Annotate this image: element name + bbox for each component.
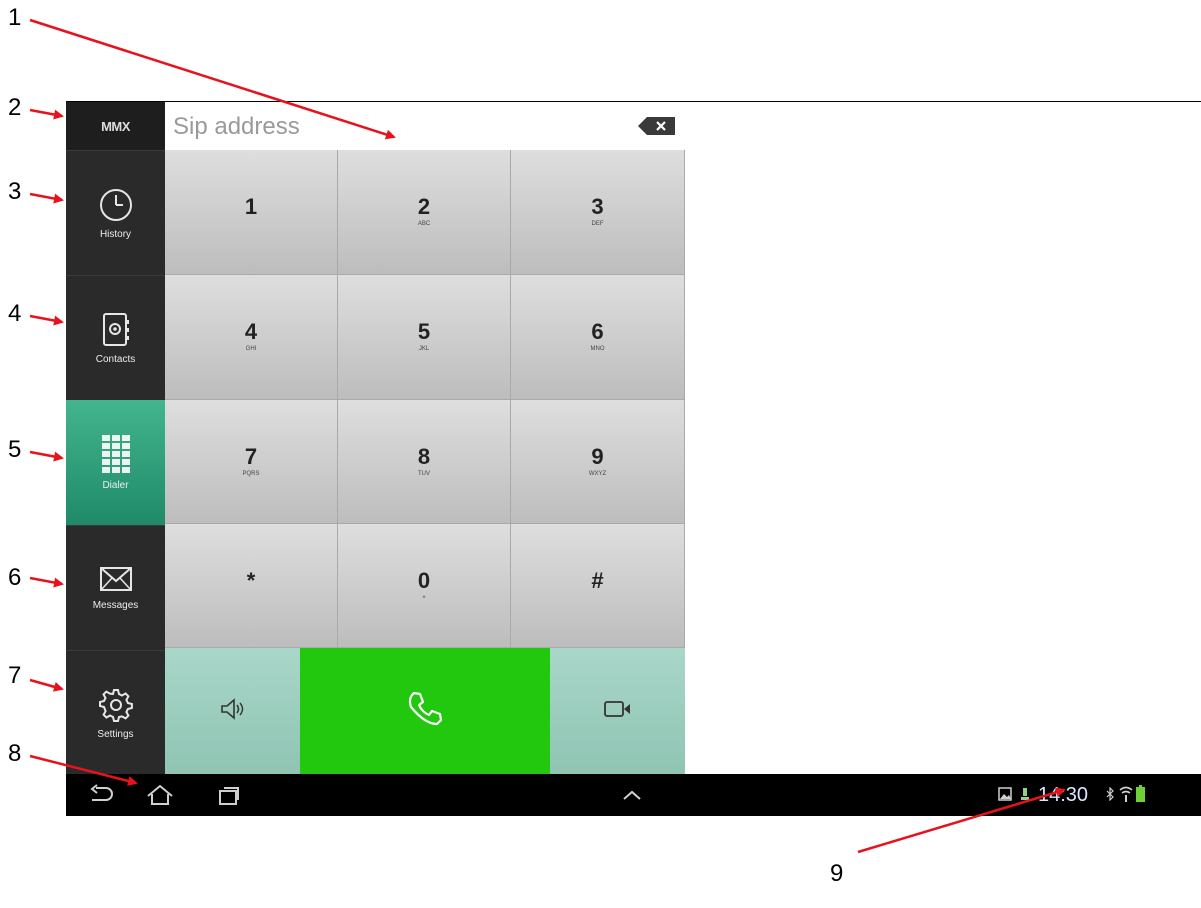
key-2[interactable]: 2 ABC	[338, 150, 511, 275]
key-letters: DEF	[591, 221, 604, 227]
callout-arrow-6	[29, 576, 64, 588]
key-digit: 5	[417, 319, 431, 344]
system-navigation-bar: 14:30	[66, 774, 1201, 816]
key-digit: #	[591, 567, 604, 593]
bluetooth-icon	[1106, 786, 1114, 806]
download-notification-icon	[1021, 787, 1029, 806]
key-letters: TUV	[418, 470, 430, 477]
key-0[interactable]: 0 +	[338, 524, 511, 648]
dialpad-icon	[101, 434, 131, 474]
callout-arrow-3	[29, 192, 64, 204]
sidebar: MMX History Contacts Dialer Messages Set…	[66, 102, 165, 774]
backspace-icon[interactable]	[637, 116, 677, 136]
battery-icon	[1136, 785, 1145, 807]
key-letters: WXYZ	[588, 470, 607, 477]
video-camera-icon	[603, 700, 632, 723]
sip-address-input[interactable]	[171, 110, 615, 144]
callout-6: 6	[8, 564, 22, 591]
callout-4: 4	[8, 300, 22, 327]
key-8[interactable]: 8 TUV	[338, 400, 511, 524]
key-1[interactable]: 1	[165, 150, 338, 275]
sidebar-item-dialer[interactable]: Dialer	[66, 400, 165, 525]
sidebar-item-messages[interactable]: Messages	[66, 525, 165, 651]
key-5[interactable]: 5 JKL	[338, 275, 511, 400]
callout-8: 8	[8, 740, 22, 767]
speaker-button[interactable]	[165, 648, 300, 774]
phone-call-icon	[405, 689, 445, 734]
sidebar-item-history[interactable]: History	[66, 150, 165, 276]
key-digit: 6	[591, 319, 604, 344]
callout-9: 9	[830, 860, 844, 887]
callout-5: 5	[8, 436, 22, 463]
chevron-up-icon[interactable]	[622, 788, 642, 806]
sidebar-item-label: History	[99, 229, 132, 240]
key-digit: 9	[591, 443, 604, 469]
back-icon[interactable]	[88, 784, 114, 809]
video-call-button[interactable]	[550, 648, 685, 774]
tablet-screen: MMX History Contacts Dialer Messages Set…	[66, 101, 1201, 816]
key-letters: GHI	[245, 346, 257, 352]
address-bar	[165, 102, 685, 151]
key-digit: 3	[591, 194, 604, 219]
key-letters: JKL	[418, 346, 430, 352]
key-digit: 8	[417, 443, 431, 469]
call-actions	[165, 648, 685, 774]
clock-icon	[98, 187, 134, 223]
status-clock: 14:30	[1038, 784, 1089, 806]
callout-3: 3	[8, 178, 22, 205]
key-digit: *	[246, 567, 256, 593]
key-digit: 1	[244, 194, 258, 219]
contacts-book-icon	[101, 312, 131, 348]
envelope-icon	[99, 566, 133, 594]
callout-arrow-2	[29, 108, 64, 120]
sidebar-item-label: Settings	[97, 729, 134, 740]
key-9[interactable]: 9 WXYZ	[511, 400, 685, 524]
key-letters: ABC	[417, 221, 431, 227]
key-6[interactable]: 6 MNO	[511, 275, 685, 400]
key-7[interactable]: 7 PQRS	[165, 400, 338, 524]
callout-7: 7	[8, 662, 22, 689]
call-button[interactable]	[300, 648, 550, 774]
dial-keypad: 1 2 ABC 3 DEF 4 GHI 5 JKL 6 MNO 7 PQRS 8 TUV 9W…	[165, 150, 685, 648]
sidebar-item-label: Dialer	[102, 480, 129, 491]
callout-2: 2	[8, 94, 22, 121]
wifi-signal-icon	[1119, 786, 1133, 807]
sidebar-item-label: Messages	[92, 600, 139, 611]
key-3[interactable]: 3 DEF	[511, 150, 685, 275]
callout-arrow-4	[29, 314, 64, 326]
gallery-notification-icon	[998, 787, 1012, 806]
key-star[interactable]: *	[165, 524, 338, 648]
sidebar-item-label: Contacts	[95, 354, 136, 365]
home-icon[interactable]	[146, 784, 174, 811]
key-letters: MNO	[590, 346, 605, 352]
speaker-icon	[220, 697, 246, 725]
key-4[interactable]: 4 GHI	[165, 275, 338, 400]
brand-logo: MMX	[66, 102, 165, 150]
key-digit: 2	[417, 194, 431, 219]
key-letters: +	[422, 594, 426, 601]
callout-1: 1	[8, 4, 22, 31]
key-digit: 0	[417, 567, 431, 593]
key-digit: 4	[244, 319, 258, 344]
key-digit: 7	[244, 443, 258, 469]
sidebar-item-contacts[interactable]: Contacts	[66, 275, 165, 401]
sidebar-item-settings[interactable]: Settings	[66, 650, 165, 776]
recent-apps-icon[interactable]	[218, 784, 242, 811]
key-letters: PQRS	[242, 470, 260, 477]
gear-icon	[98, 687, 134, 723]
brand-logo-text: MMX	[101, 118, 130, 134]
callout-arrow-7	[29, 678, 64, 692]
key-hash[interactable]: #	[511, 524, 685, 648]
callout-arrow-5	[29, 450, 64, 462]
